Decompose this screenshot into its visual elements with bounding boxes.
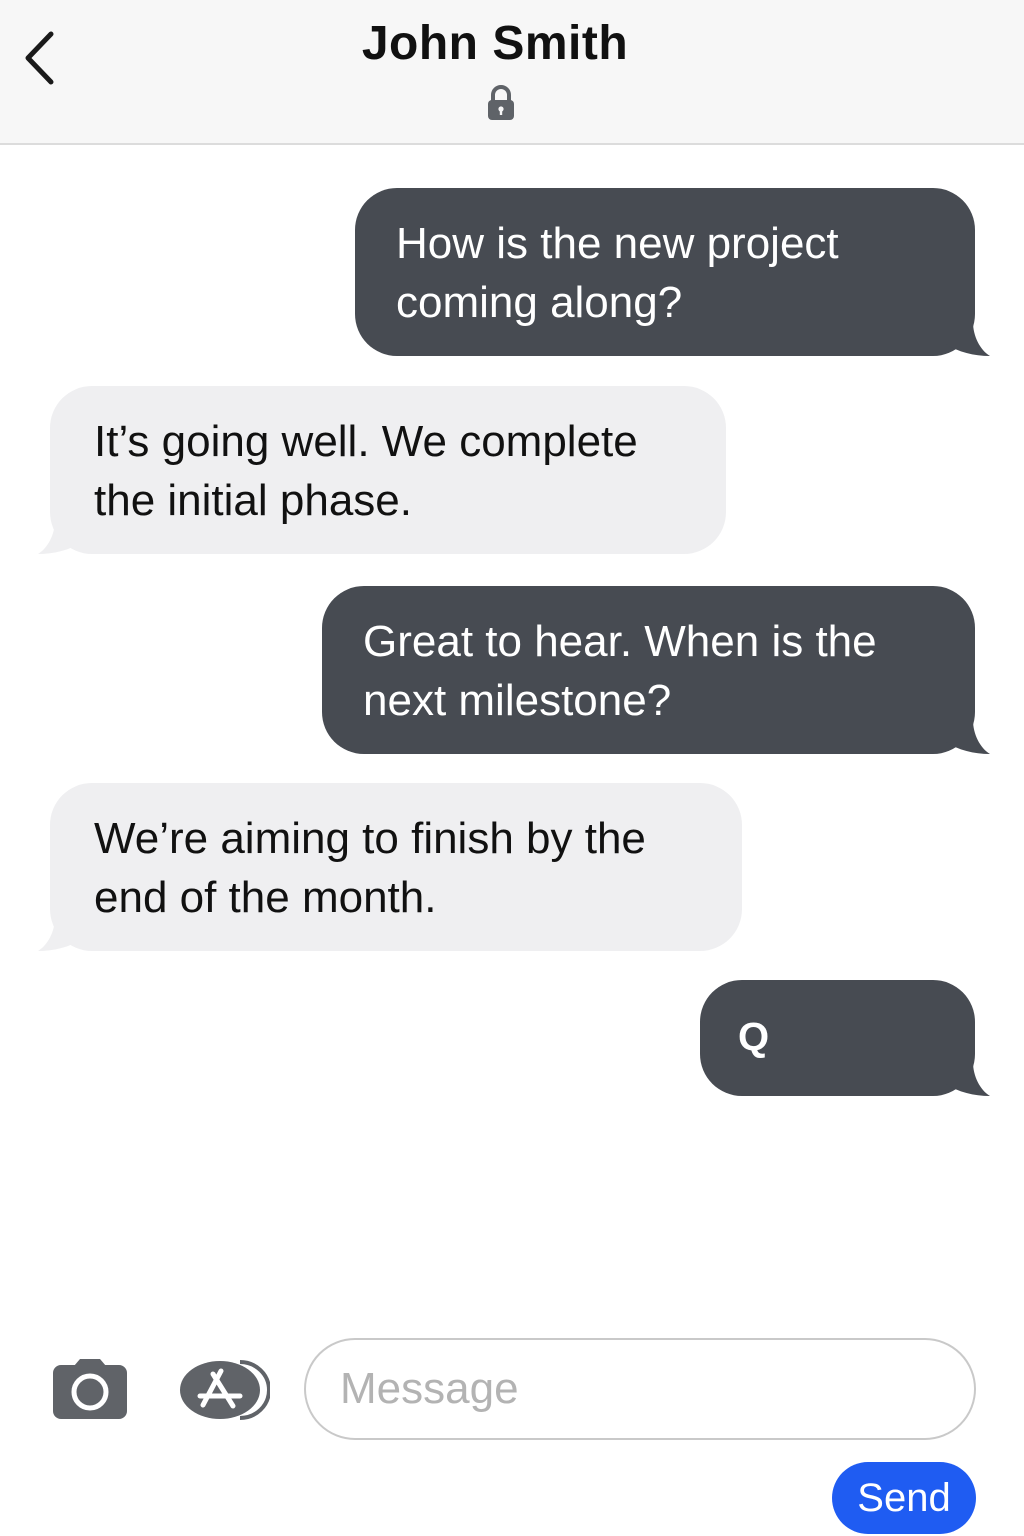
message-line: We’re aiming to finish by the xyxy=(94,814,646,863)
message-bubble-outgoing[interactable]: Great to hear. When is the next mileston… xyxy=(322,586,975,754)
camera-icon xyxy=(53,1359,127,1419)
message-bubble-outgoing[interactable]: How is the new project coming along? xyxy=(355,188,975,356)
bubble-tail xyxy=(38,917,82,951)
app-store-button[interactable] xyxy=(178,1358,271,1422)
bubble-tail xyxy=(946,1062,990,1096)
message-line: coming along? xyxy=(396,278,683,327)
message-line: Q xyxy=(738,1015,770,1059)
message-line: It’s going well. We complete xyxy=(94,417,638,466)
message-bubble-outgoing[interactable]: Q xyxy=(700,980,975,1096)
camera-button[interactable] xyxy=(52,1358,128,1420)
message-line: next milestone? xyxy=(363,676,672,725)
message-line: end of the month. xyxy=(94,873,437,922)
message-bubble-incoming[interactable]: We’re aiming to finish by the end of the… xyxy=(50,783,742,951)
message-line: the initial phase. xyxy=(94,476,412,525)
bubble-tail xyxy=(946,720,990,754)
app-store-icon xyxy=(180,1360,271,1420)
message-bubble-incoming[interactable]: It’s going well. We complete the initial… xyxy=(50,386,726,554)
message-line: Great to hear. When is the xyxy=(363,617,877,666)
message-input[interactable] xyxy=(304,1338,976,1440)
bubble-tail xyxy=(38,520,82,554)
lock-icon xyxy=(488,85,514,120)
conversation-header: John Smith xyxy=(0,0,1024,145)
message-line: How is the new project xyxy=(396,219,839,268)
send-button[interactable]: Send xyxy=(832,1462,976,1534)
contact-name[interactable]: John Smith xyxy=(0,16,990,71)
bubble-tail xyxy=(946,322,990,356)
